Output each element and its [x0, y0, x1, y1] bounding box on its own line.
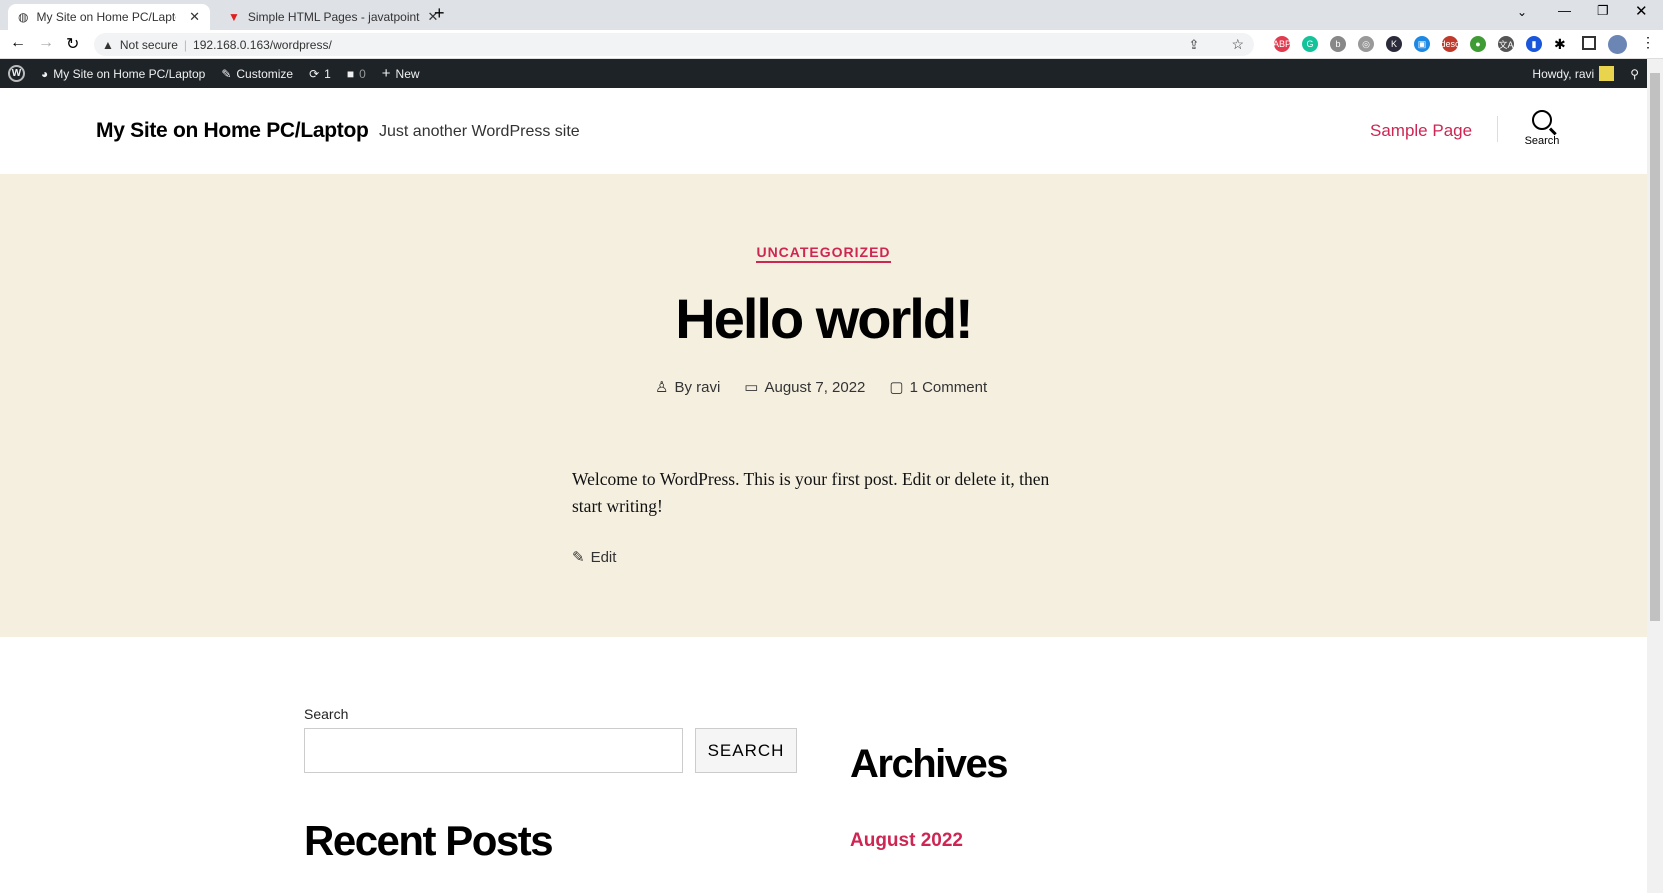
edit-link[interactable]: ✎ Edit — [572, 548, 616, 567]
extension-icon[interactable]: b — [1330, 36, 1346, 52]
extension-icon[interactable]: 文A — [1498, 36, 1514, 52]
extension-icon[interactable]: ▣ — [1414, 36, 1430, 52]
nav-divider — [1497, 116, 1498, 142]
post-meta: ♙ By ravi ▭ August 7, 2022 ▢ 1 Comment — [655, 378, 988, 397]
header-search-toggle[interactable]: Search — [1522, 110, 1562, 147]
nav-sample-page[interactable]: Sample Page — [1370, 121, 1472, 141]
restore-button[interactable]: ❐ — [1597, 3, 1609, 19]
warning-icon: ▲ — [102, 37, 114, 52]
extension-icon[interactable]: ● — [1470, 36, 1486, 52]
post-title: Hello world! — [675, 287, 973, 350]
admin-site-link[interactable]: ◕ My Site on Home PC/Laptop — [33, 59, 213, 88]
admin-comments-link[interactable]: ■ 0 — [339, 59, 374, 88]
extension-icon[interactable]: desc — [1441, 36, 1460, 52]
wp-admin-bar: W ◕ My Site on Home PC/Laptop ✎ Customize … — [0, 59, 1647, 88]
edit-icon: ✎ — [572, 549, 585, 566]
bookmark-star-icon[interactable]: ☆ — [1231, 36, 1244, 53]
recent-posts-heading: Recent Posts — [304, 817, 554, 864]
comments-link[interactable]: 1 Comment — [910, 379, 988, 396]
post-hero: UNCATEGORIZED Hello world! ♙ By ravi ▭ Aug… — [0, 174, 1647, 637]
tab-javatpoint[interactable]: ▼ Simple HTML Pages - javatpoint ✕ — [218, 4, 438, 30]
extension-icon[interactable]: ▮ — [1526, 36, 1542, 52]
javatpoint-icon: ▼ — [228, 10, 240, 24]
admin-updates-link[interactable]: ⟳ 1 — [301, 59, 339, 88]
archives-heading: Archives — [850, 742, 1008, 786]
reload-button[interactable]: ↻ — [66, 34, 79, 54]
browser-tab-bar: ◍ My Site on Home PC/Laptop – Ju ✕ ▼ Sim… — [0, 0, 1663, 30]
search-widget-input[interactable] — [304, 728, 683, 773]
comment-icon: ■ — [346, 66, 355, 81]
admin-new-link[interactable]: + New — [374, 59, 428, 88]
extension-icon[interactable]: ◎ — [1358, 36, 1374, 52]
back-button[interactable]: ← — [10, 34, 26, 52]
close-tab-icon[interactable]: ✕ — [189, 9, 200, 25]
omnibox[interactable]: ▲ Not secure | 192.168.0.163/wordpress/ … — [94, 33, 1254, 56]
page-scrollbar[interactable] — [1647, 59, 1663, 893]
tab-my-site[interactable]: ◍ My Site on Home PC/Laptop – Ju ✕ — [8, 4, 210, 30]
author-link[interactable]: By ravi — [674, 379, 720, 396]
brush-icon: ✎ — [221, 66, 232, 81]
profile-avatar[interactable] — [1608, 35, 1627, 54]
comment-icon: ▢ — [889, 379, 904, 396]
category-link[interactable]: UNCATEGORIZED — [756, 244, 891, 263]
wp-logo-icon[interactable]: W — [0, 59, 33, 88]
updates-icon: ⟳ — [309, 66, 320, 81]
globe-icon: ◍ — [18, 10, 29, 24]
extension-icon[interactable]: ABP — [1273, 36, 1291, 52]
extension-icon[interactable]: G — [1302, 36, 1318, 52]
scrollbar-thumb[interactable] — [1650, 73, 1660, 621]
site-tagline: Just another WordPress site — [379, 123, 580, 140]
minimize-button[interactable]: — — [1558, 3, 1571, 18]
post-content: Welcome to WordPress. This is your first… — [572, 469, 1050, 516]
address-bar-row: ← → ↻ ▲ Not secure | 192.168.0.163/wordp… — [0, 30, 1663, 59]
author-icon: ♙ — [655, 379, 669, 396]
admin-account-menu[interactable]: Howdy, ravi — [1524, 59, 1622, 88]
share-icon[interactable]: ⇪ — [1189, 37, 1200, 53]
user-avatar — [1599, 66, 1615, 81]
close-window-button[interactable]: ✕ — [1635, 2, 1648, 20]
search-widget-button[interactable]: SEARCH — [695, 728, 797, 773]
new-tab-button[interactable]: + — [434, 3, 445, 24]
side-panel-icon[interactable] — [1582, 36, 1596, 50]
site-header: My Site on Home PC/Laptop Just another W… — [0, 88, 1647, 174]
site-title[interactable]: My Site on Home PC/Laptop — [96, 119, 369, 143]
dashboard-icon: ◕ — [41, 66, 49, 81]
extensions-puzzle-icon[interactable]: ✱ — [1554, 36, 1566, 53]
search-widget-label: Search — [304, 706, 349, 722]
url-text: 192.168.0.163/wordpress/ — [193, 37, 332, 52]
tab-search-icon[interactable]: ⌄ — [1517, 5, 1527, 19]
calendar-icon: ▭ — [744, 379, 759, 396]
plus-icon: + — [381, 65, 391, 82]
menu-kebab-icon[interactable]: ⋮ — [1641, 34, 1655, 51]
admin-customize-link[interactable]: ✎ Customize — [213, 59, 301, 88]
archive-link-august-2022[interactable]: August 2022 — [850, 830, 963, 852]
extension-icon[interactable]: K — [1386, 36, 1402, 52]
divider: | — [183, 37, 188, 52]
date-link[interactable]: August 7, 2022 — [764, 379, 865, 396]
admin-search-icon[interactable]: ⚲ — [1622, 59, 1647, 88]
forward-button[interactable]: → — [38, 34, 54, 52]
search-icon — [1532, 110, 1557, 135]
